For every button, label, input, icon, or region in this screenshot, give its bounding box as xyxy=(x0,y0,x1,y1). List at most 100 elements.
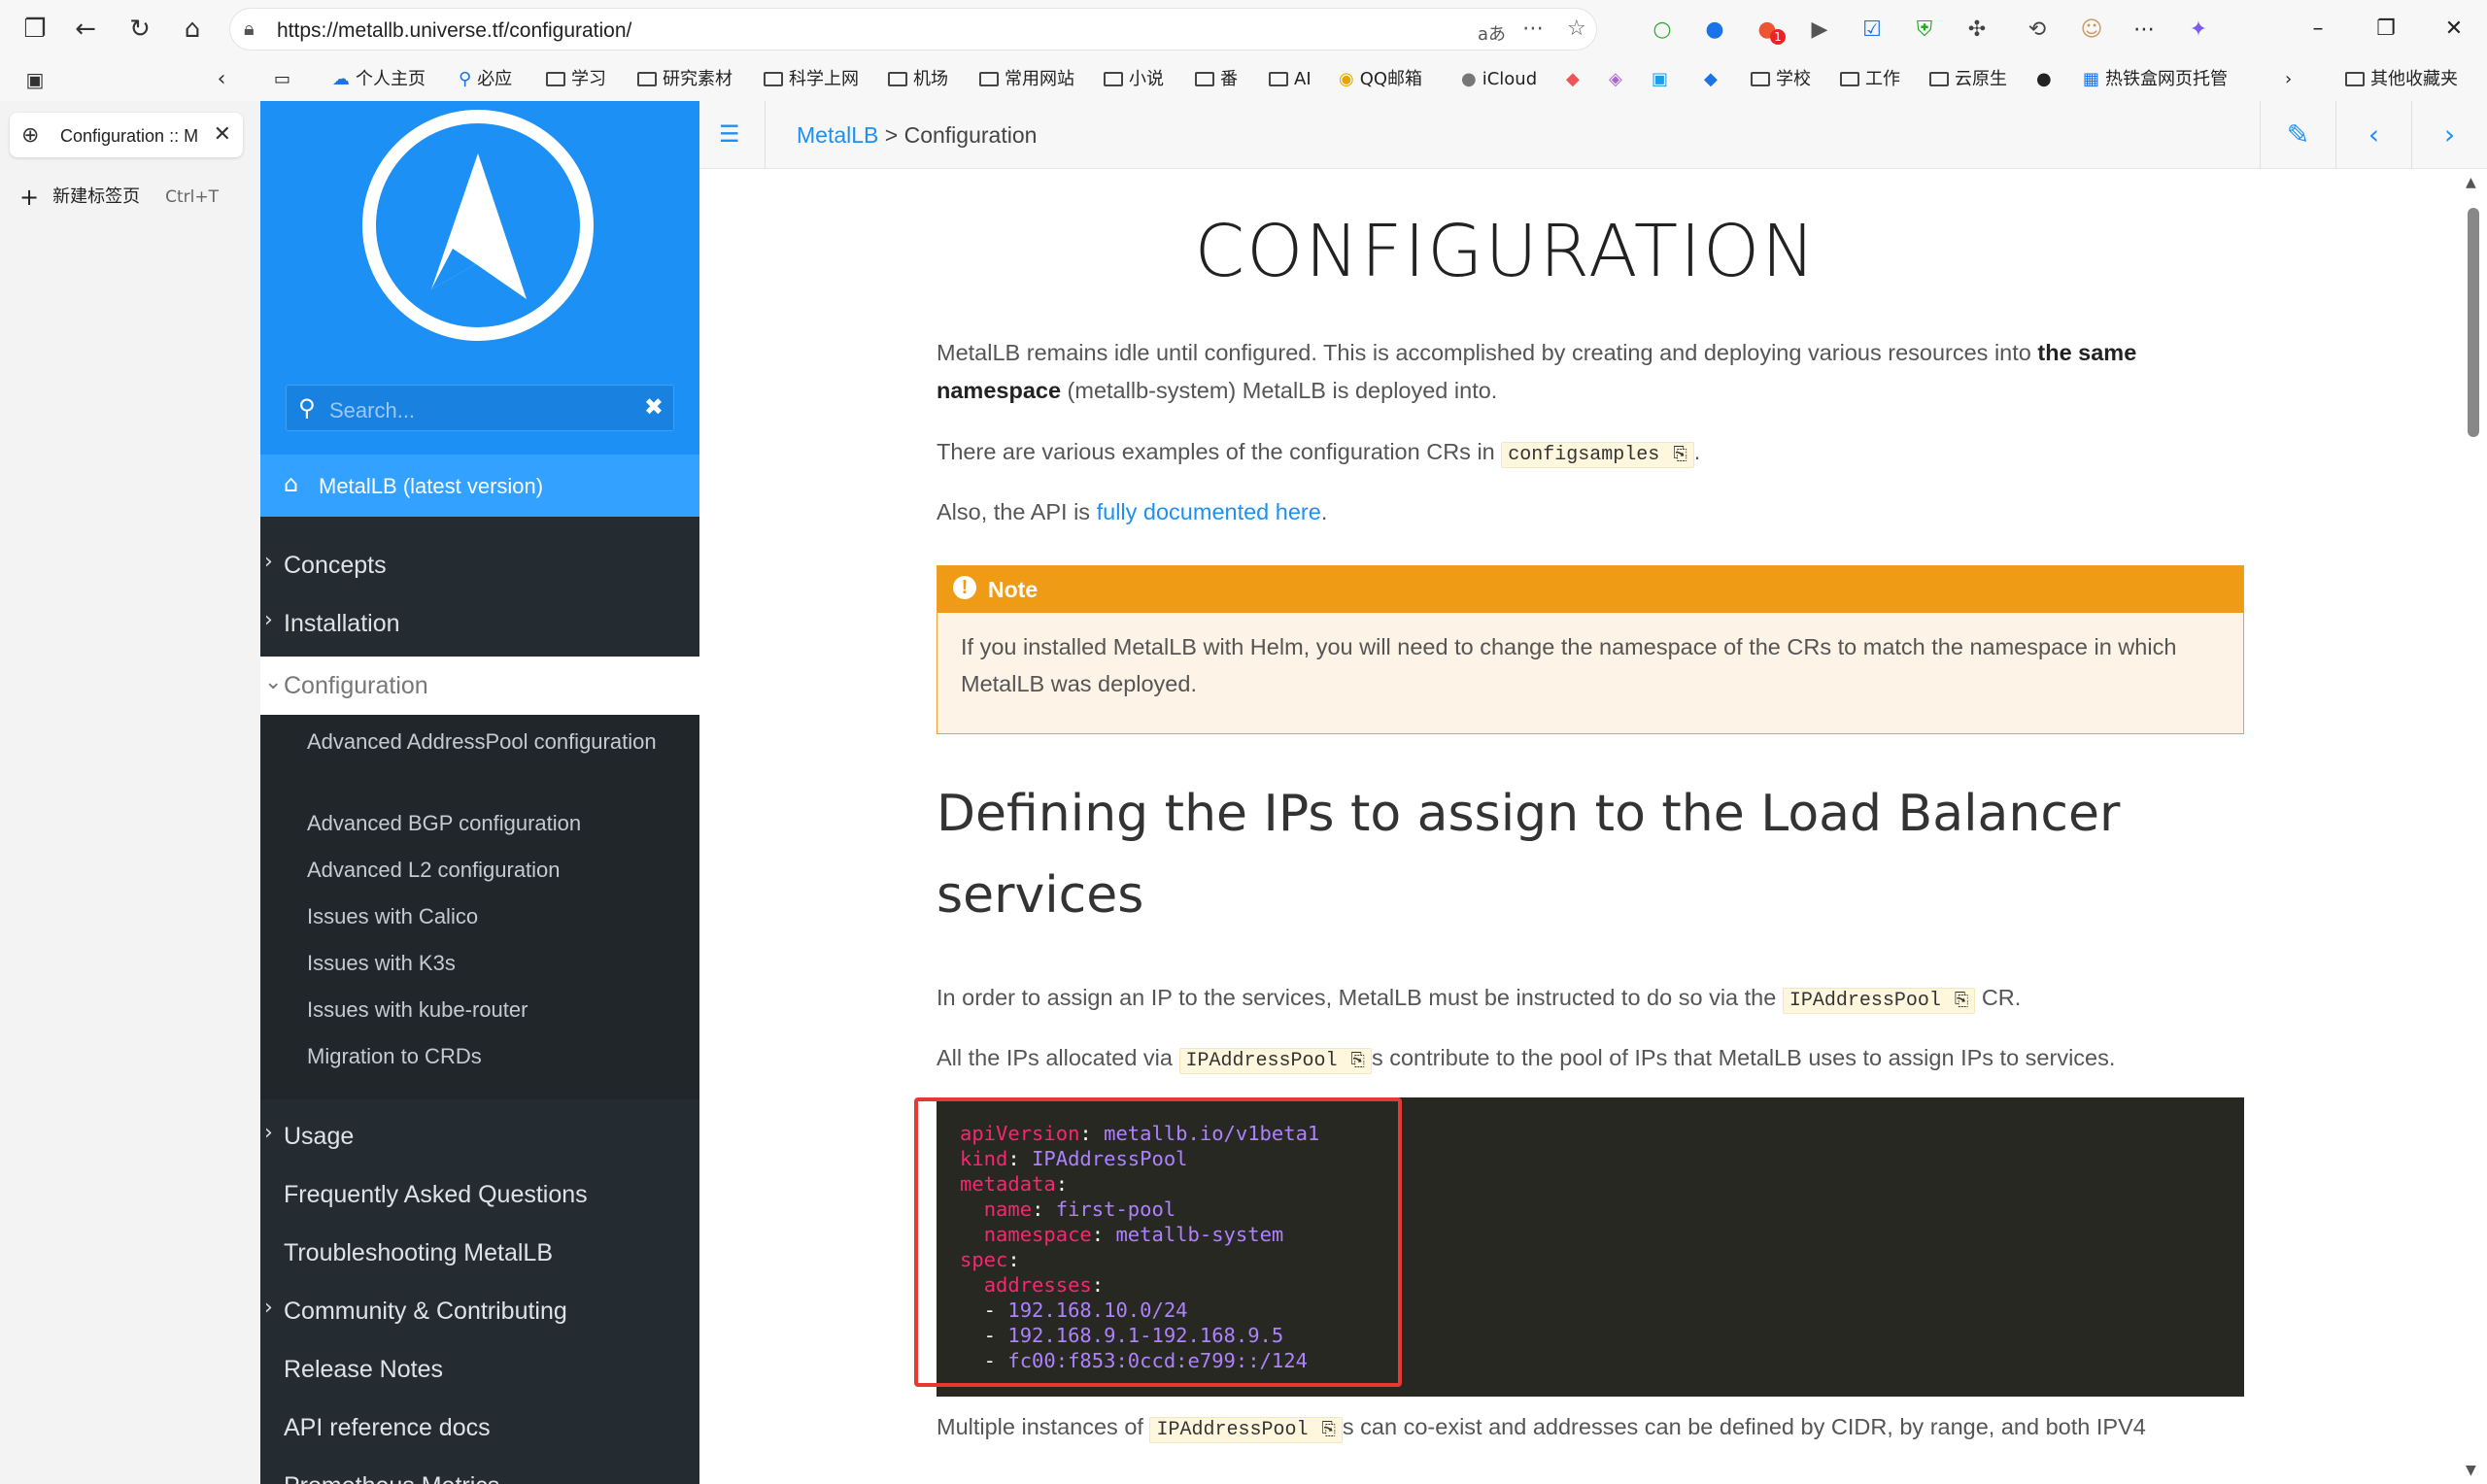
copy-icon[interactable]: ⎘ xyxy=(1322,1419,1336,1439)
close-window-icon[interactable]: ✕ xyxy=(2435,12,2473,47)
tab-configuration[interactable]: ⊕ Configuration :: M ✕ xyxy=(10,113,243,157)
sidebar-item-concepts[interactable]: › Concepts xyxy=(260,536,699,594)
clear-search-icon[interactable]: ✖ xyxy=(644,393,664,421)
metallb-logo-icon[interactable] xyxy=(359,107,596,344)
scroll-down-icon[interactable]: ▼ xyxy=(2466,1463,2476,1478)
ipaddresspool-link[interactable]: IPAddressPool ⎘ xyxy=(1149,1417,1343,1443)
bookmark-icloud[interactable]: ● iCloud xyxy=(1461,66,1537,93)
sidebar-item-installation[interactable]: › Installation xyxy=(260,594,699,653)
scroll-up-icon[interactable]: ▲ xyxy=(2466,175,2476,190)
history-icon[interactable]: ⟲ xyxy=(2021,14,2054,47)
extensions-puzzle-icon[interactable]: ✣ xyxy=(1960,14,1993,47)
sidebar-item-configuration[interactable]: ⌄ Configuration xyxy=(260,657,699,715)
minimize-icon[interactable]: – xyxy=(2299,12,2337,47)
more-menu-icon[interactable]: ⋯ xyxy=(2128,14,2161,47)
multiple-instances-paragraph: Multiple instances of IPAddressPool ⎘ s c… xyxy=(937,1408,2248,1449)
profile-avatar-icon[interactable]: ☺ xyxy=(2075,14,2108,47)
sidebar-item-api-reference[interactable]: API reference docs xyxy=(260,1399,699,1457)
examples-paragraph: There are various examples of the config… xyxy=(937,433,2248,474)
shield-icon[interactable]: ⛨ xyxy=(1908,14,1941,47)
copy-icon[interactable]: ⎘ xyxy=(1673,444,1686,464)
url-text[interactable]: https://metallb.universe.tf/configuratio… xyxy=(277,19,631,43)
bookmark-folder-anime[interactable]: 番 xyxy=(1195,66,1238,93)
search-input[interactable]: Search... xyxy=(329,398,415,423)
bookmark-folder-ai[interactable]: AI xyxy=(1269,66,1312,93)
collapse-sidebar-icon[interactable]: ‹ xyxy=(206,64,237,95)
bookmark-label: 学校 xyxy=(1776,69,1811,89)
bookmark-personal[interactable]: ☁ 个人主页 xyxy=(332,66,426,93)
subpage-k3s[interactable]: Issues with K3s xyxy=(307,946,676,981)
bookmark-folder-proxy[interactable]: 科学上网 xyxy=(764,66,859,93)
bilibili-icon[interactable]: ▣ xyxy=(1652,66,1668,93)
bookmark-bing[interactable]: ⚲ 必应 xyxy=(459,66,512,93)
bookmark-folder-other[interactable]: 其他收藏夹 xyxy=(2345,66,2458,93)
lock-icon[interactable]: 🔒︎ xyxy=(244,17,255,40)
more-bookmarks-icon[interactable]: › xyxy=(2285,66,2292,93)
subpage-advanced-bgp[interactable]: Advanced BGP configuration xyxy=(307,806,676,841)
restore-icon[interactable]: ❐ xyxy=(2367,12,2405,47)
home-icon[interactable]: ⌂ xyxy=(177,14,208,45)
bookmark-icon-1[interactable]: ◆ xyxy=(1566,66,1580,93)
workspaces-icon[interactable]: ❐ xyxy=(19,14,51,45)
copy-icon[interactable]: ⎘ xyxy=(1955,990,1968,1010)
prev-page-button[interactable]: ‹ xyxy=(2335,101,2411,169)
favorite-star-icon[interactable]: ☆ xyxy=(1567,17,1586,41)
scrollbar-thumb[interactable] xyxy=(2468,208,2479,437)
yaml-value: 192.168.10.0/24 xyxy=(1007,1298,1188,1322)
chevron-right-icon: › xyxy=(264,1296,273,1320)
extension-g-icon[interactable]: ● xyxy=(1698,14,1731,47)
address-bar[interactable]: 🔒︎ https://metallb.universe.tf/configura… xyxy=(229,8,1597,51)
bookmark-folder-cloudnative[interactable]: 云原生 xyxy=(1929,66,2007,93)
ipaddresspool-link[interactable]: IPAddressPool ⎘ xyxy=(1782,988,1976,1014)
subpage-calico[interactable]: Issues with Calico xyxy=(307,899,676,934)
page-scrollbar[interactable]: ▲ ▼ xyxy=(2460,169,2487,1484)
bookmark-folder-study[interactable]: 学习 xyxy=(546,66,606,93)
ipaddresspool-link[interactable]: IPAddressPool ⎘ xyxy=(1178,1048,1372,1074)
bookmark-folder-research[interactable]: 研究素材 xyxy=(637,66,732,93)
bookmark-hosting[interactable]: ▦ 热铁盒网页托管 xyxy=(2083,66,2228,93)
reader-icon[interactable]: ⋯ xyxy=(1522,17,1544,41)
copilot-icon[interactable]: ✦ xyxy=(2182,14,2215,47)
toc-toggle-button[interactable]: ☰ xyxy=(699,101,766,169)
bookmark-icon-3[interactable]: ◆ xyxy=(1704,66,1718,93)
sidebar-item-community[interactable]: › Community & Contributing xyxy=(260,1282,699,1340)
subpage-migration-crds[interactable]: Migration to CRDs xyxy=(307,1039,676,1074)
sidebar-item-troubleshooting[interactable]: Troubleshooting MetalLB xyxy=(260,1224,699,1282)
subpage-advanced-addresspool[interactable]: Advanced AddressPool configuration xyxy=(307,725,676,759)
next-page-button[interactable]: › xyxy=(2411,101,2487,169)
subpage-advanced-l2[interactable]: Advanced L2 configuration xyxy=(307,853,676,888)
sidebar-item-release-notes[interactable]: Release Notes xyxy=(260,1340,699,1399)
tab-actions-icon[interactable]: ▣ xyxy=(19,64,51,95)
sidebar-item-faq[interactable]: Frequently Asked Questions xyxy=(260,1165,699,1224)
translate-icon[interactable]: aあ xyxy=(1478,20,1506,46)
extension-notify-icon[interactable]: ● 1 xyxy=(1751,14,1786,47)
bookmark-folder-school[interactable]: 学校 xyxy=(1751,66,1811,93)
bookmark-qqmail[interactable]: ◉ QQ邮箱 xyxy=(1339,66,1422,93)
bookmark-folder-work[interactable]: 工作 xyxy=(1840,66,1900,93)
yaml-code-block[interactable]: apiVersion: metallb.io/v1beta1 kind: IPA… xyxy=(937,1097,2244,1397)
refresh-icon[interactable]: ↻ xyxy=(124,14,155,45)
sidebar-item-usage[interactable]: › Usage xyxy=(260,1107,699,1165)
new-tab-button[interactable]: + 新建标签页 Ctrl+T xyxy=(19,183,219,211)
edit-page-button[interactable]: ✎ xyxy=(2260,101,2335,169)
subpage-kube-router[interactable]: Issues with kube-router xyxy=(307,993,676,1028)
copy-icon[interactable]: ⎘ xyxy=(1351,1050,1365,1070)
bookmark-folder-sites[interactable]: 常用网站 xyxy=(979,66,1074,93)
bookmark-icon[interactable]: ▭ xyxy=(274,66,290,93)
bookmark-folder-novel[interactable]: 小说 xyxy=(1104,66,1164,93)
api-docs-link[interactable]: fully documented here xyxy=(1097,499,1321,524)
bookmark-folder-airport[interactable]: 机场 xyxy=(888,66,948,93)
sidebar-item-prometheus[interactable]: Prometheus Metrics xyxy=(260,1457,699,1484)
github-icon[interactable]: ● xyxy=(2036,66,2052,93)
close-tab-icon[interactable]: ✕ xyxy=(214,122,231,147)
sidebar-home-link[interactable]: ⌂ MetalLB (latest version) xyxy=(260,455,699,517)
extension-check-icon[interactable]: ☑ xyxy=(1856,14,1889,47)
back-icon[interactable]: ← xyxy=(70,14,101,45)
extension-circle-icon[interactable]: ○ xyxy=(1646,14,1679,47)
play-icon[interactable]: ▶ xyxy=(1803,14,1836,47)
sidebar-search[interactable]: ⚲ Search... ✖ xyxy=(286,385,674,431)
bookmark-icon-2[interactable]: ◈ xyxy=(1609,66,1622,93)
configsamples-link[interactable]: configsamples ⎘ xyxy=(1501,442,1694,468)
chevron-right-icon: › xyxy=(264,1121,273,1145)
breadcrumb-root-link[interactable]: MetalLB xyxy=(797,122,878,148)
